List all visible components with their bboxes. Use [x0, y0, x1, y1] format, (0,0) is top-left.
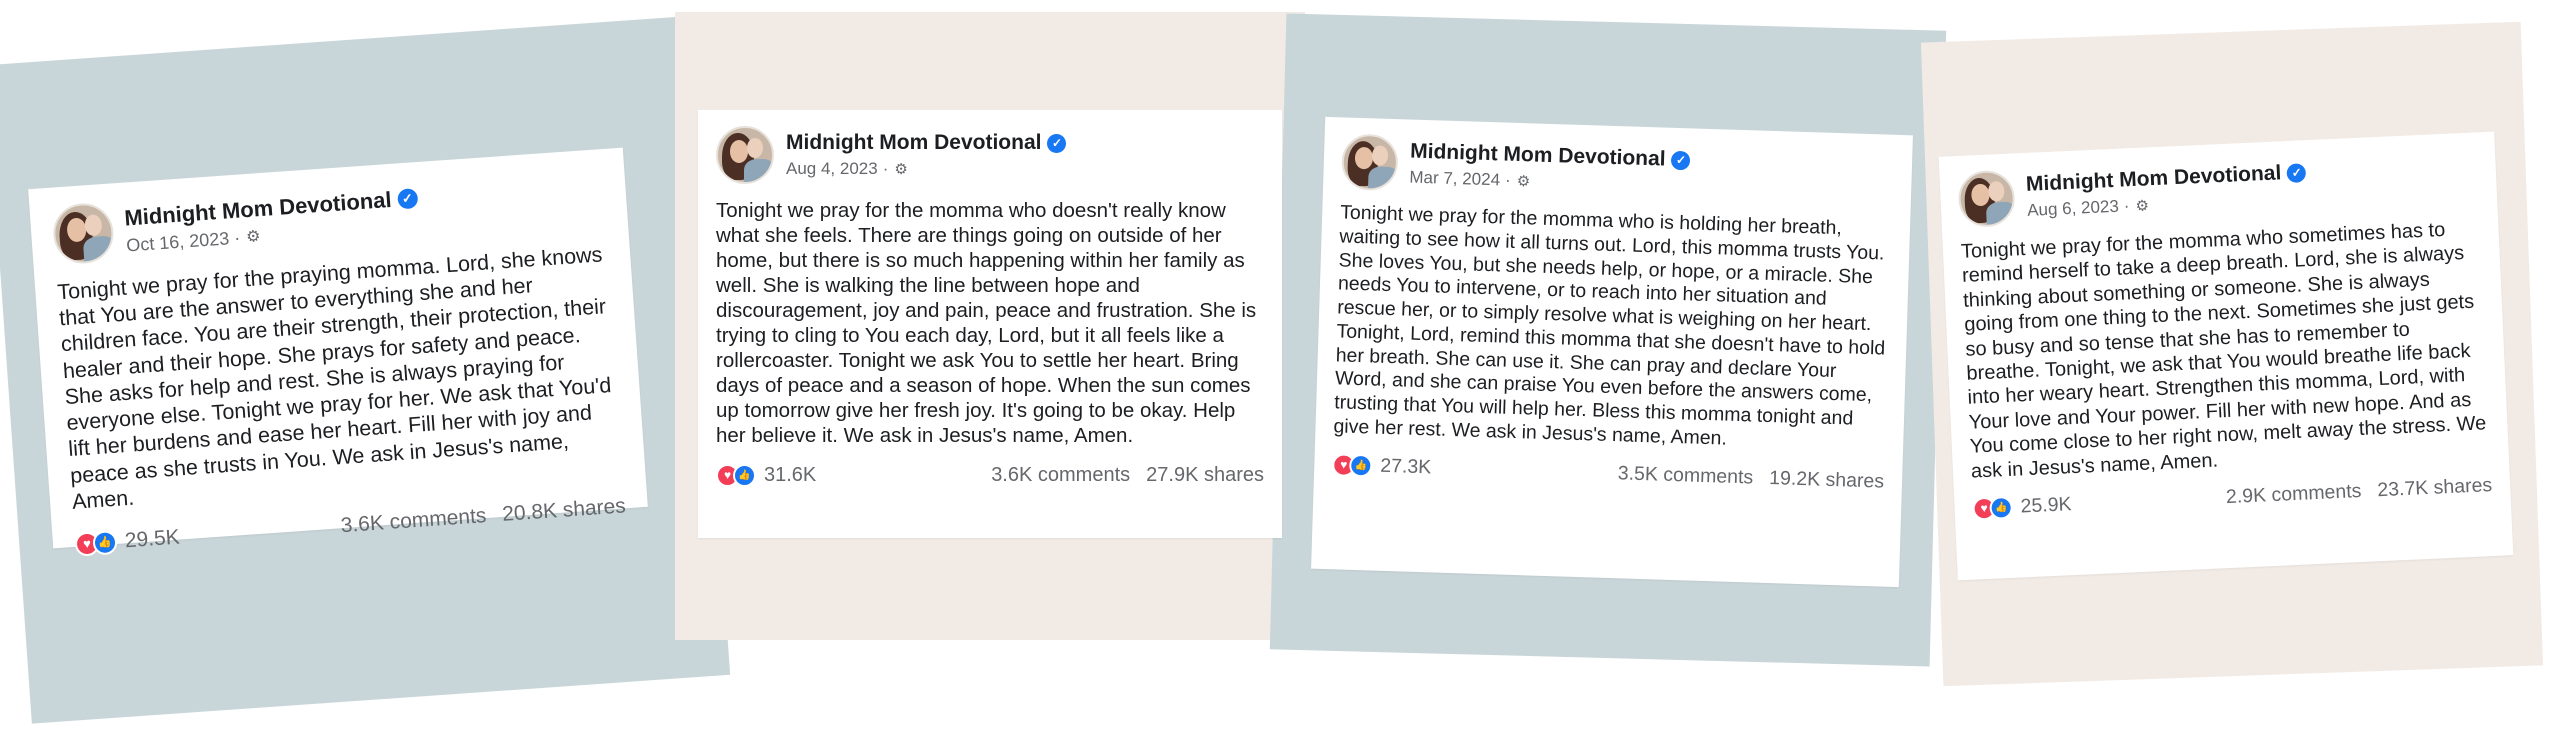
post-date[interactable]: Aug 6, 2023: [2027, 197, 2120, 221]
post-date[interactable]: Mar 7, 2024: [1409, 168, 1500, 191]
comments-count[interactable]: 3.5K comments: [1617, 462, 1753, 489]
post-date[interactable]: Aug 4, 2023: [786, 159, 878, 179]
post-header: Midnight Mom Devotional ✓ Aug 4, 2023 · …: [716, 126, 1264, 184]
author-name[interactable]: Midnight Mom Devotional: [1410, 140, 1666, 172]
shares-count[interactable]: 27.9K shares: [1146, 464, 1264, 487]
reactions[interactable]: ♥ 👍 25.9K: [1972, 493, 2073, 521]
post-card-2: Midnight Mom Devotional ✓ Aug 4, 2023 · …: [698, 110, 1282, 538]
post-date[interactable]: Oct 16, 2023: [126, 228, 230, 256]
reactions[interactable]: ♥ 👍 27.3K: [1331, 453, 1432, 479]
date-separator: ·: [233, 227, 241, 248]
date-separator: ·: [1504, 170, 1512, 190]
audience-icon: ⚙: [2135, 197, 2150, 215]
reaction-count: 31.6K: [764, 464, 817, 486]
audience-icon: ⚙: [894, 161, 908, 178]
date-separator: ·: [882, 159, 889, 178]
reaction-count: 25.9K: [2020, 493, 2073, 518]
reaction-count: 27.3K: [1379, 454, 1432, 479]
post-card-4: Midnight Mom Devotional ✓ Aug 6, 2023 · …: [1938, 131, 2514, 581]
post-text: Tonight we pray for the momma who doesn'…: [716, 199, 1257, 447]
audience-icon: ⚙: [245, 228, 262, 247]
post-header: Midnight Mom Devotional ✓ Mar 7, 2024 · …: [1340, 133, 1894, 206]
avatar[interactable]: [716, 126, 774, 184]
post-text: Tonight we pray for the praying momma. L…: [56, 242, 613, 514]
date-separator: ·: [2123, 196, 2130, 216]
verified-badge-icon: ✓: [396, 187, 419, 209]
comments-count[interactable]: 3.6K comments: [991, 464, 1130, 487]
post-footer: ♥ 👍 31.6K 3.6K comments 27.9K shares: [716, 464, 1264, 487]
like-reaction-icon: 👍: [92, 529, 118, 556]
post-footer: ♥ 👍 27.3K 3.5K comments 19.2K shares: [1331, 453, 1885, 494]
author-name[interactable]: Midnight Mom Devotional: [786, 131, 1041, 155]
post-text: Tonight we pray for the momma who is hol…: [1333, 201, 1886, 450]
avatar[interactable]: [1957, 169, 2016, 228]
post-footer: ♥ 👍 25.9K 2.9K comments 23.7K shares: [1972, 474, 2493, 521]
post-header: Midnight Mom Devotional ✓ Aug 6, 2023 · …: [1957, 148, 2479, 228]
like-reaction-icon: 👍: [1348, 453, 1373, 478]
like-reaction-icon: 👍: [1989, 495, 2014, 520]
verified-badge-icon: ✓: [1047, 133, 1067, 153]
comments-count[interactable]: 2.9K comments: [2226, 480, 2362, 509]
audience-icon: ⚙: [1516, 172, 1531, 191]
like-reaction-icon: 👍: [733, 464, 756, 487]
post-text: Tonight we pray for the momma who someti…: [1960, 218, 2487, 483]
reaction-count: 29.5K: [124, 525, 181, 553]
avatar[interactable]: [51, 201, 116, 266]
shares-count[interactable]: 19.2K shares: [1769, 467, 1885, 494]
avatar[interactable]: [1340, 133, 1399, 192]
post-card-1: Midnight Mom Devotional ✓ Oct 16, 2023 ·…: [28, 147, 648, 557]
reactions[interactable]: ♥ 👍 31.6K: [716, 464, 816, 487]
verified-badge-icon: ✓: [2286, 162, 2307, 183]
verified-badge-icon: ✓: [1671, 150, 1691, 170]
shares-count[interactable]: 23.7K shares: [2377, 474, 2493, 502]
post-card-3: Midnight Mom Devotional ✓ Mar 7, 2024 · …: [1311, 116, 1913, 588]
